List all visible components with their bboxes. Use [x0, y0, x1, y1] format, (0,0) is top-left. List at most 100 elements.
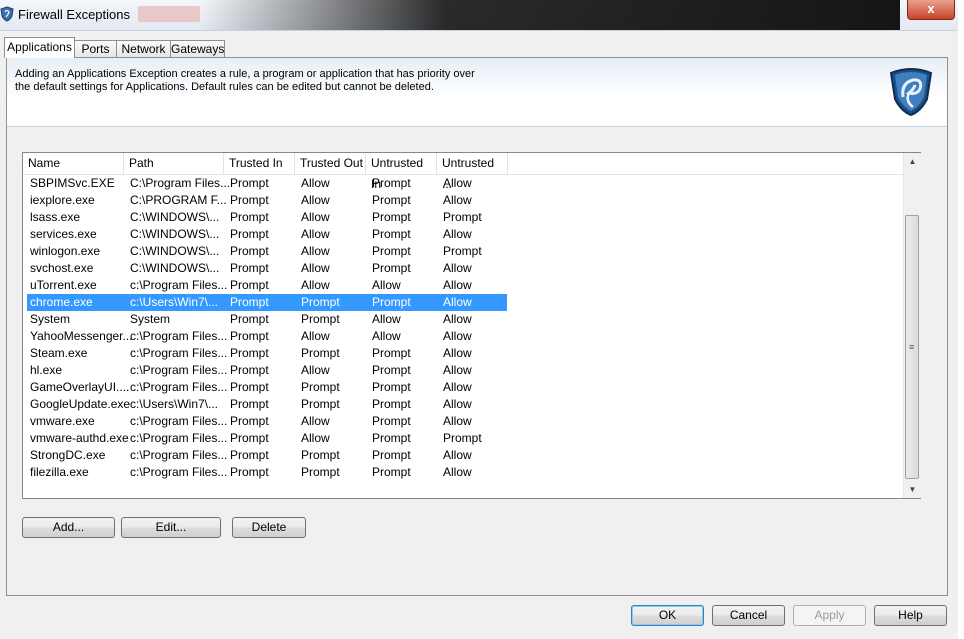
table-cell: Allow — [301, 278, 330, 292]
tab-label: Network — [121, 42, 166, 56]
table-cell: Allow — [372, 329, 401, 343]
table-row[interactable]: GoogleUpdate.exe c:\Users\Win7\... Prompt P… — [27, 396, 507, 413]
table-cell: Prompt — [230, 465, 269, 479]
table-cell: Prompt — [443, 431, 482, 445]
table-cell: Prompt — [301, 295, 340, 309]
vertical-scrollbar[interactable]: ▲ ≡ ▼ — [903, 153, 921, 498]
table-cell: Prompt — [372, 380, 411, 394]
table-cell: Prompt — [443, 210, 482, 224]
scroll-thumb[interactable]: ≡ — [905, 215, 919, 479]
tab-network[interactable]: Network — [116, 40, 171, 57]
shield-app-icon — [0, 6, 14, 22]
table-cell: Prompt — [301, 465, 340, 479]
table-cell: Allow — [443, 261, 472, 275]
table-cell: Prompt — [372, 431, 411, 445]
column-header-name[interactable]: Name — [23, 153, 124, 174]
table-cell: Prompt — [230, 278, 269, 292]
table-row[interactable]: iexplore.exe C:\PROGRAM F... Prompt Allow Pr… — [27, 192, 507, 209]
table-cell: Prompt — [372, 448, 411, 462]
table-row[interactable]: vmware-authd.exe c:\Program Files... Promp… — [27, 430, 507, 447]
table-cell: C:\WINDOWS\... — [130, 244, 220, 258]
table-row[interactable]: System System Prompt Prompt Allow Allow — [27, 311, 507, 328]
table-row[interactable]: GameOverlayUI.... c:\Program Files... Prom… — [27, 379, 507, 396]
table-cell: StrongDC.exe — [30, 448, 106, 462]
table-cell: C:\PROGRAM F... — [130, 193, 227, 207]
table-cell: c:\Program Files... — [130, 414, 228, 428]
table-cell: vmware.exe — [30, 414, 95, 428]
table-cell: winlogon.exe — [30, 244, 101, 258]
scroll-down-arrow-icon[interactable]: ▼ — [904, 481, 921, 498]
cancel-button[interactable]: Cancel — [712, 605, 785, 626]
table-cell: Allow — [443, 176, 472, 190]
table-cell: Prompt — [230, 261, 269, 275]
table-cell: Allow — [372, 312, 401, 326]
tab-ports[interactable]: Ports — [74, 40, 117, 57]
column-header-untrusted-out[interactable]: Untrusted ... — [437, 153, 508, 191]
table-row[interactable]: vmware.exe c:\Program Files... Prompt Allow… — [27, 413, 507, 430]
table-row[interactable]: svchost.exe C:\WINDOWS\... Prompt Allow Prom… — [27, 260, 507, 277]
table-cell: Prompt — [230, 380, 269, 394]
table-cell: System — [130, 312, 171, 326]
edit-button[interactable]: Edit... — [121, 517, 221, 538]
table-cell: c:\Program Files... — [130, 329, 228, 343]
table-cell: c:\Program Files... — [130, 448, 228, 462]
tab-label: Gateways — [171, 42, 225, 56]
table-cell: Prompt — [301, 380, 340, 394]
description-line-2: the default settings for Applications. D… — [15, 81, 434, 93]
table-cell: Prompt — [230, 329, 269, 343]
table-cell: Prompt — [230, 346, 269, 360]
table-cell: Allow — [443, 312, 472, 326]
table-cell: Allow — [301, 210, 330, 224]
table-cell: lsass.exe — [30, 210, 81, 224]
column-header-untrusted-in[interactable]: Untrusted In — [366, 153, 437, 191]
table-cell: Prompt — [372, 193, 411, 207]
table-row[interactable]: Steam.exe c:\Program Files... Prompt Prompt… — [27, 345, 507, 362]
table-cell: c:\Users\Win7\... — [130, 397, 219, 411]
table-cell: Prompt — [372, 176, 411, 190]
table-cell: Allow — [443, 465, 472, 479]
table-row[interactable]: winlogon.exe C:\WINDOWS\... Prompt Allow Pro… — [27, 243, 507, 260]
tab-applications[interactable]: Applications — [4, 37, 75, 58]
applications-panel: Adding an Applications Exception creates… — [6, 57, 948, 596]
table-row[interactable]: hl.exe c:\Program Files... Prompt Allow Prom… — [27, 362, 507, 379]
applications-list[interactable]: Name Path Trusted In Trusted Out Untrust… — [22, 152, 921, 499]
ok-button[interactable]: OK — [631, 605, 704, 626]
table-row[interactable]: services.exe C:\WINDOWS\... Prompt Allow Pro… — [27, 226, 507, 243]
info-header: Adding an Applications Exception creates… — [7, 58, 947, 127]
table-cell: c:\Users\Win7\... — [130, 295, 219, 309]
table-row[interactable]: chrome.exe c:\Users\Win7\... Prompt Prompt P… — [27, 294, 507, 311]
table-cell: Prompt — [230, 193, 269, 207]
table-row[interactable]: StrongDC.exe c:\Program Files... Prompt Pro… — [27, 447, 507, 464]
delete-button[interactable]: Delete — [232, 517, 306, 538]
table-cell: Prompt — [230, 312, 269, 326]
help-button[interactable]: Help — [874, 605, 947, 626]
background-window-ghost — [138, 6, 200, 22]
table-row[interactable]: uTorrent.exe c:\Program Files... Prompt All… — [27, 277, 507, 294]
close-button[interactable]: x — [907, 0, 955, 20]
column-header-trusted-in[interactable]: Trusted In — [224, 153, 295, 174]
table-cell: Prompt — [230, 448, 269, 462]
table-cell: Steam.exe — [30, 346, 88, 360]
title-bar[interactable]: Firewall Exceptions x — [0, 0, 958, 31]
table-cell: Allow — [443, 227, 472, 241]
table-row[interactable]: lsass.exe C:\WINDOWS\... Prompt Allow Prompt… — [27, 209, 507, 226]
table-row[interactable]: SBPIMSvc.EXE C:\Program Files... Prompt All… — [27, 175, 507, 192]
table-row[interactable]: YahooMessenger... c:\Program Files... Prom… — [27, 328, 507, 345]
table-cell: Allow — [301, 176, 330, 190]
column-header-path[interactable]: Path — [124, 153, 224, 174]
tab-gateways[interactable]: Gateways — [170, 40, 225, 57]
column-header-trusted-out[interactable]: Trusted Out — [295, 153, 366, 174]
table-cell: Prompt — [230, 210, 269, 224]
table-cell: Prompt — [372, 210, 411, 224]
table-cell: System — [30, 312, 71, 326]
table-cell: Allow — [301, 329, 330, 343]
add-button[interactable]: Add... — [22, 517, 115, 538]
grip-icon: ≡ — [909, 342, 915, 352]
description-line-1: Adding an Applications Exception creates… — [15, 68, 475, 80]
table-cell: Allow — [443, 380, 472, 394]
apply-button[interactable]: Apply — [793, 605, 866, 626]
table-row[interactable]: filezilla.exe c:\Program Files... Prompt Pr… — [27, 464, 507, 481]
table-cell: Allow — [443, 278, 472, 292]
scroll-up-arrow-icon[interactable]: ▲ — [904, 153, 921, 170]
table-cell: C:\Program Files... — [130, 176, 231, 190]
